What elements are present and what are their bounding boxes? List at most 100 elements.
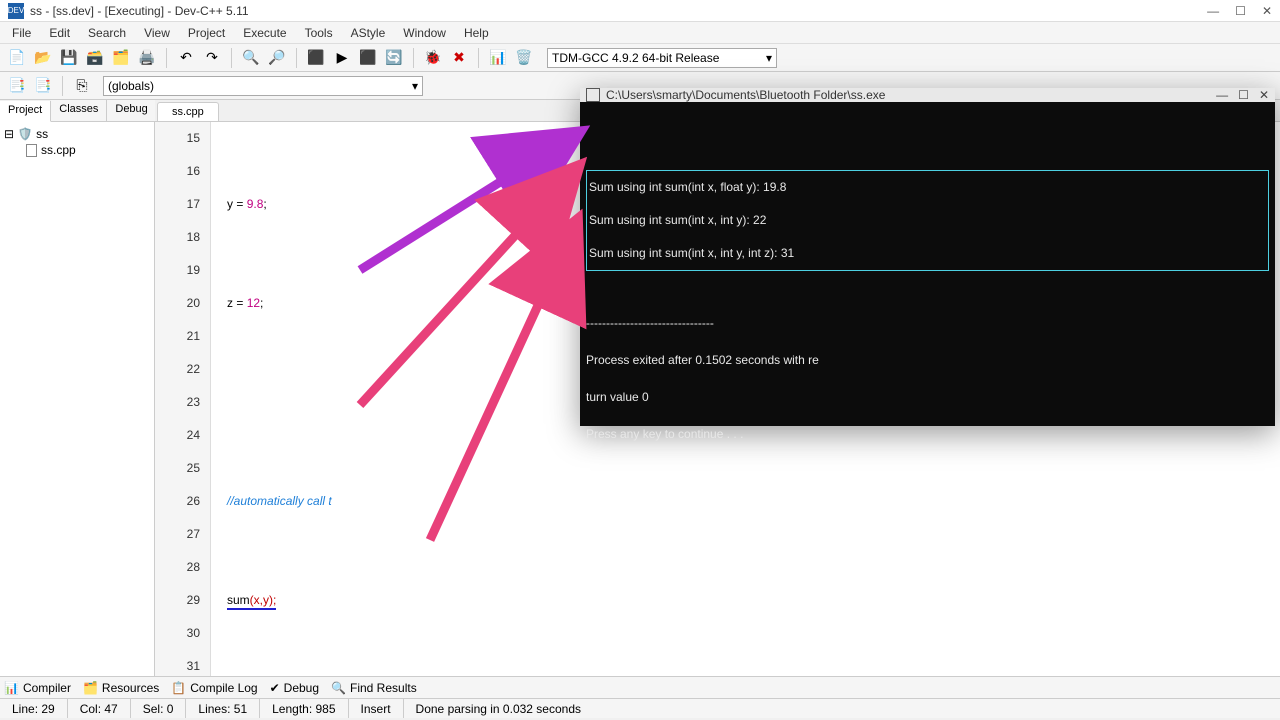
- project-icon: 🛡️: [18, 127, 32, 141]
- close-file-icon[interactable]: 🗂️: [110, 47, 132, 69]
- toggle-bookmark-icon[interactable]: 📑: [32, 75, 54, 97]
- file-icon: [26, 144, 37, 157]
- separator: [478, 48, 479, 68]
- main-toolbar: 📄 📂 💾 🗃️ 🗂️ 🖨️ ↶ ↷ 🔍 🔎 ⬛ ▶ ⬛ 🔄 🐞 ✖ 📊 🗑️ …: [0, 44, 1280, 72]
- tree-collapse-icon[interactable]: ⊟: [4, 127, 14, 141]
- save-all-icon[interactable]: 🗃️: [84, 47, 106, 69]
- rebuild-icon[interactable]: 🔄: [383, 47, 405, 69]
- status-col: Col: 47: [68, 699, 131, 718]
- bottom-panel-tabs: 📊 Compiler 🗂️ Resources 📋 Compile Log ✔ …: [0, 676, 1280, 698]
- status-message: Done parsing in 0.032 seconds: [404, 699, 1280, 718]
- project-tree: ⊟ 🛡️ ss ss.cpp: [0, 122, 154, 162]
- undo-icon[interactable]: ↶: [175, 47, 197, 69]
- menu-window[interactable]: Window: [395, 24, 454, 42]
- tab-compile-log[interactable]: 📋 Compile Log: [171, 681, 257, 695]
- run-icon[interactable]: ▶: [331, 47, 353, 69]
- code-number: 12: [247, 296, 260, 310]
- find-icon[interactable]: 🔍: [240, 47, 262, 69]
- tab-find-results[interactable]: 🔍 Find Results: [331, 681, 417, 695]
- tab-compiler[interactable]: 📊 Compiler: [4, 681, 71, 695]
- separator: [413, 48, 414, 68]
- code-text: y =: [227, 197, 247, 211]
- globals-select-label: (globals): [108, 79, 154, 93]
- tree-root-label: ss: [36, 127, 48, 141]
- window-title: ss - [ss.dev] - [Executing] - Dev-C++ 5.…: [30, 4, 1207, 18]
- status-sel: Sel: 0: [131, 699, 187, 718]
- console-highlighted-output: Sum using int sum(int x, float y): 19.8 …: [586, 170, 1269, 271]
- menu-search[interactable]: Search: [80, 24, 134, 42]
- menu-astyle[interactable]: AStyle: [343, 24, 394, 42]
- editor-tab-active[interactable]: ss.cpp: [157, 102, 219, 121]
- maximize-icon[interactable]: ☐: [1235, 4, 1246, 18]
- goto-bookmark-icon[interactable]: 📑: [6, 75, 28, 97]
- console-close-icon[interactable]: ✕: [1259, 88, 1269, 102]
- console-output[interactable]: Sum using int sum(int x, float y): 19.8 …: [580, 102, 1275, 453]
- profile-icon[interactable]: 📊: [487, 47, 509, 69]
- replace-icon[interactable]: 🔎: [266, 47, 288, 69]
- globals-select[interactable]: (globals) ▾: [103, 76, 423, 96]
- code-punct: ;: [260, 296, 263, 310]
- code-number: 9.8: [247, 197, 264, 211]
- console-app-icon: [586, 88, 600, 102]
- menu-edit[interactable]: Edit: [41, 24, 78, 42]
- compiler-select-label: TDM-GCC 4.9.2 64-bit Release: [552, 51, 719, 65]
- console-maximize-icon[interactable]: ☐: [1238, 88, 1249, 102]
- print-icon[interactable]: 🖨️: [136, 47, 158, 69]
- line-gutter: 1516171819202122232425262728293031: [155, 122, 211, 676]
- chevron-down-icon: ▾: [412, 79, 418, 93]
- separator: [296, 48, 297, 68]
- console-window[interactable]: C:\Users\smarty\Documents\Bluetooth Fold…: [580, 88, 1275, 426]
- save-icon[interactable]: 💾: [58, 47, 80, 69]
- minimize-icon[interactable]: —: [1207, 4, 1219, 18]
- menu-tools[interactable]: Tools: [297, 24, 341, 42]
- code-comment: //automatically call t: [227, 494, 332, 508]
- side-tabs: Project Classes Debug: [0, 100, 154, 122]
- tree-root[interactable]: ⊟ 🛡️ ss: [4, 126, 150, 142]
- code-args: (x,y);: [250, 593, 277, 607]
- separator: [62, 76, 63, 96]
- code-call: sum: [227, 593, 250, 607]
- menu-view[interactable]: View: [136, 24, 178, 42]
- code-punct: ;: [263, 197, 266, 211]
- app-icon: DEV: [8, 3, 24, 19]
- tree-file-label: ss.cpp: [41, 143, 76, 157]
- status-lines: Lines: 51: [186, 699, 260, 718]
- tab-classes[interactable]: Classes: [51, 100, 107, 121]
- stop-icon[interactable]: ✖: [448, 47, 470, 69]
- code-text: z =: [227, 296, 247, 310]
- new-file-icon[interactable]: 📄: [6, 47, 28, 69]
- delete-profile-icon[interactable]: 🗑️: [513, 47, 535, 69]
- redo-icon[interactable]: ↷: [201, 47, 223, 69]
- compiler-select[interactable]: TDM-GCC 4.9.2 64-bit Release ▾: [547, 48, 777, 68]
- statusbar: Line: 29 Col: 47 Sel: 0 Lines: 51 Length…: [0, 698, 1280, 718]
- main-titlebar: DEV ss - [ss.dev] - [Executing] - Dev-C+…: [0, 0, 1280, 22]
- status-line: Line: 29: [0, 699, 68, 718]
- compile-icon[interactable]: ⬛: [305, 47, 327, 69]
- debug-icon[interactable]: 🐞: [422, 47, 444, 69]
- tab-resources[interactable]: 🗂️ Resources: [83, 681, 159, 695]
- separator: [166, 48, 167, 68]
- side-panel: Project Classes Debug ⊟ 🛡️ ss ss.cpp: [0, 100, 155, 676]
- menu-file[interactable]: File: [4, 24, 39, 42]
- menu-execute[interactable]: Execute: [235, 24, 294, 42]
- close-icon[interactable]: ✕: [1262, 4, 1272, 18]
- goto-line-icon[interactable]: ⎘: [71, 75, 93, 97]
- console-titlebar[interactable]: C:\Users\smarty\Documents\Bluetooth Fold…: [580, 88, 1275, 102]
- window-controls: — ☐ ✕: [1207, 4, 1272, 18]
- tree-file-item[interactable]: ss.cpp: [4, 142, 150, 158]
- console-minimize-icon[interactable]: —: [1216, 88, 1228, 102]
- menu-help[interactable]: Help: [456, 24, 497, 42]
- separator: [231, 48, 232, 68]
- tab-project[interactable]: Project: [0, 101, 51, 122]
- chevron-down-icon: ▾: [766, 51, 772, 65]
- console-window-controls: — ☐ ✕: [1216, 88, 1269, 102]
- tab-debug-bottom[interactable]: ✔ Debug: [270, 681, 319, 695]
- tab-debug[interactable]: Debug: [107, 100, 156, 121]
- compile-run-icon[interactable]: ⬛: [357, 47, 379, 69]
- console-title-text: C:\Users\smarty\Documents\Bluetooth Fold…: [606, 88, 1216, 102]
- status-insert: Insert: [349, 699, 404, 718]
- open-icon[interactable]: 📂: [32, 47, 54, 69]
- menubar: File Edit Search View Project Execute To…: [0, 22, 1280, 44]
- menu-project[interactable]: Project: [180, 24, 233, 42]
- status-length: Length: 985: [260, 699, 348, 718]
